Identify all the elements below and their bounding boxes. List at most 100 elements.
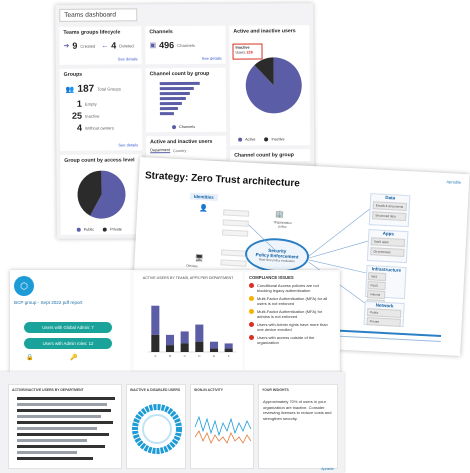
legend-active: Active (245, 137, 256, 142)
legend-dot-public (76, 227, 81, 232)
created-label: Created (80, 43, 96, 49)
tab-department[interactable]: Department (150, 148, 171, 154)
active-inactive-dept-card: Active and inactive users Department Cou… (146, 135, 227, 161)
alert-icon (249, 335, 254, 340)
dept-bar (17, 421, 113, 424)
active-inactive2-title: Active and inactive users (150, 138, 213, 146)
dept-bar (17, 403, 107, 406)
bar-category-label: C (184, 354, 187, 358)
compliance-item: Multi-Factor Authentication (MFA) for al… (249, 296, 334, 306)
tab-country[interactable]: Country (173, 148, 186, 152)
dept-bar (17, 409, 111, 412)
report-summary: ⬡ BCP group - Sept 2022 pdf report Users… (10, 270, 130, 373)
compliance-item: Users with Admin rights have more than o… (249, 322, 334, 332)
bar-category-label: D (198, 354, 201, 358)
bar-series-2 (165, 345, 175, 352)
channels-details-link[interactable]: See details (202, 56, 222, 61)
admin-roles-button[interactable]: Users with Admin roles: 12 (24, 338, 112, 349)
signin-line-chart (194, 415, 252, 444)
dept-bar (17, 397, 115, 400)
compliance-text: Multi-Factor Authentication (MFA) for ad… (257, 309, 323, 319)
channel-bar (159, 112, 174, 116)
key-icon: 🔑 (70, 355, 78, 361)
arrow-left-icon: ← (101, 42, 109, 50)
deleted-label: Deleted (119, 42, 134, 48)
compliance-text: Multi-Factor Authentication (MFA) for al… (257, 296, 328, 306)
bar-category-label: A (154, 354, 156, 358)
bar-series-1 (209, 341, 219, 349)
compliance-text: Users with Admin rights have more than o… (257, 322, 328, 332)
signin-activity-title: SIGN-IN ACTIVITY (194, 388, 224, 392)
screenshot-collage: Teams dashboard Teams groups lifecycle ➔… (0, 0, 470, 473)
inactive-disabled-card: INACTIVE & DISABLED USERS (126, 384, 186, 469)
created-count: 9 (72, 40, 78, 51)
legend-dot-channels (172, 125, 177, 130)
legend-dot-inactive (264, 137, 269, 142)
channel-bar (159, 91, 190, 96)
channels-card: Channels ▣ 496 Channels See details (145, 25, 226, 65)
infrastructure-group: Infrastructure IaaS PaaS Internal Sites (364, 265, 407, 308)
infra-item: IaaS (367, 272, 387, 282)
channels-count: 496 (159, 40, 175, 51)
groups-noowner-label: Without owners (85, 124, 114, 131)
compliance-item: Users with access outside of the organiz… (249, 335, 334, 345)
access-level-pie (77, 170, 126, 219)
dept-bar (17, 439, 87, 442)
network-group: Network Public Private (363, 300, 405, 328)
groups-inactive: 25 (71, 110, 82, 121)
apps-group: Apps SaaS apps On-premises (366, 229, 409, 264)
compliance-item: Conditional Access policies are not bloc… (249, 283, 334, 293)
channel-count-title: Channel count by group (149, 70, 210, 78)
groups-card: Groups 👥 187 Total Groups 1 Empty 25 Inact… (59, 68, 143, 151)
report-slide: ⬡ BCP group - Sept 2022 pdf report Users… (10, 270, 340, 373)
bar-series-2 (195, 341, 204, 352)
data-label: Data (385, 194, 396, 201)
groups-empty: 1 (76, 98, 82, 109)
signin-activity-card: SIGN-IN ACTIVITY (190, 384, 254, 469)
dept-bar (17, 427, 97, 430)
alert-icon (249, 322, 254, 327)
insights-text: Approximately 70% of users in your organ… (263, 399, 332, 421)
legend-private: Private (110, 227, 122, 232)
deleted-count: 4 (111, 40, 117, 51)
active-inactive-card: Active and inactive users Inactive Users… (229, 25, 311, 146)
legend-inactive: Inactive (271, 137, 285, 142)
tooltip-line2: Users (235, 50, 246, 55)
lifecycle-details-link[interactable]: See details (118, 56, 138, 61)
apps-item: On-premises (370, 247, 405, 257)
groups-inactive-label: Inactive (84, 113, 100, 119)
channel-bar (159, 102, 182, 106)
global-admin-button[interactable]: Users with Global Admin: 7 (24, 322, 112, 333)
channel-bar (159, 107, 178, 111)
bar-series-1 (165, 334, 175, 346)
legend-dot-private (103, 227, 108, 232)
groups-empty-label: Empty (84, 101, 97, 107)
insights-card: YOUR INSIGHTS Approximately 70% of users… (258, 384, 338, 469)
groups-noowner: 4 (76, 122, 83, 133)
lifecycle-card: Teams groups lifecycle ➔ 9 Created ← 4 D… (59, 26, 142, 65)
data-item: Structured data (372, 211, 407, 222)
report-org: BCP group - Sept 2022 pdf report (14, 300, 83, 305)
bar-series-2 (151, 334, 160, 352)
channel-bar (159, 96, 186, 101)
tooltip-value: 226 (246, 50, 253, 55)
dept-bars-title: ACTIVE/INACTIVE USERS BY DEPARTMENT (12, 388, 84, 392)
bar-series-1 (195, 324, 204, 342)
channel-bar (159, 81, 200, 86)
channels-title: Channels (149, 29, 173, 36)
access-level-card: Group count by access level Public Priva… (60, 154, 143, 235)
insights-slide: ACTIVE/INACTIVE USERS BY DEPARTMENT INAC… (0, 372, 344, 473)
network-item: Private (366, 317, 401, 327)
insights-title: YOUR INSIGHTS (262, 388, 289, 392)
microsoft-365-icon: ⬡ (14, 276, 34, 296)
dept-bar (17, 433, 109, 436)
channel-count2-title: Channel count by group (234, 152, 294, 159)
apps-item: SaaS apps (370, 237, 406, 247)
channel-count2-card: Channel count by group (230, 149, 311, 162)
lock-icon: 🔒 (26, 355, 34, 361)
apriable-footer-logo: Apriable (321, 467, 334, 471)
compliance-panel: COMPLIANCE ISSUES Conditional Access pol… (245, 272, 338, 370)
infra-item: Internal (366, 290, 386, 300)
groups-details-link[interactable]: See details (118, 142, 138, 147)
bar-series-2 (209, 348, 219, 352)
